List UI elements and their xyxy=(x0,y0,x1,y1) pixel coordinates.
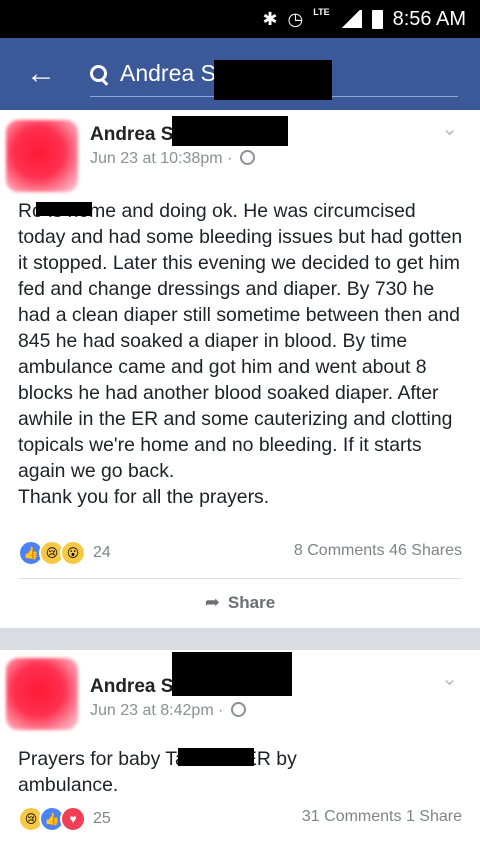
avatar[interactable] xyxy=(6,658,78,730)
shares-count[interactable]: 46 Shares xyxy=(389,542,462,559)
globe-icon xyxy=(239,150,255,165)
post: Andrea S Jun 23 at 8:42pm · ⌄ Prayers fo… xyxy=(0,650,480,854)
redaction-bar xyxy=(172,652,292,696)
post-stats: 8 Comments 46 Shares xyxy=(294,542,462,560)
comments-count[interactable]: 8 Comments xyxy=(294,542,385,559)
reactions-summary[interactable]: 😢 👍 ♥ 25 xyxy=(18,806,111,832)
post-separator xyxy=(0,628,480,650)
avatar[interactable] xyxy=(6,120,78,192)
reaction-count: 25 xyxy=(93,810,111,827)
redaction-bar xyxy=(214,60,332,100)
battery-icon xyxy=(371,9,383,29)
post-author[interactable]: Andrea S xyxy=(90,124,173,146)
post-author[interactable]: Andrea S xyxy=(90,676,173,698)
globe-icon xyxy=(230,702,246,717)
share-arrow-icon: ➦ xyxy=(204,592,220,612)
status-bar: ✱ ◷ LTE 8:56 AM xyxy=(0,0,480,38)
chevron-down-icon[interactable]: ⌄ xyxy=(441,116,458,141)
comments-count[interactable]: 31 Comments xyxy=(302,808,402,825)
wow-icon: 😮 xyxy=(60,540,86,566)
love-icon: ♥ xyxy=(60,806,86,832)
redaction-bar xyxy=(36,202,92,216)
network-type: LTE xyxy=(313,7,330,17)
post-stats: 31 Comments 1 Share xyxy=(302,808,462,826)
signal-icon xyxy=(339,10,362,28)
reactions-summary[interactable]: 👍 😢 😮 24 xyxy=(18,540,111,566)
redaction-bar xyxy=(172,116,288,146)
shares-count[interactable]: 1 Share xyxy=(406,808,462,825)
search-query[interactable]: Andrea S xyxy=(120,60,216,87)
post-text: Ro is home and doing ok. He was circumci… xyxy=(18,200,463,508)
reaction-count: 24 xyxy=(93,544,111,561)
post-meta: Jun 23 at 8:42pm · xyxy=(90,702,246,720)
post-timestamp[interactable]: Jun 23 at 10:38pm xyxy=(90,150,223,167)
post-meta: Jun 23 at 10:38pm · xyxy=(90,150,255,168)
share-label: Share xyxy=(227,593,276,612)
redaction-bar xyxy=(178,748,254,766)
divider xyxy=(18,578,462,579)
post-timestamp[interactable]: Jun 23 at 8:42pm xyxy=(90,702,214,719)
search-icon xyxy=(90,64,108,83)
post: Andrea S Jun 23 at 10:38pm · ⌄ Ro is hom… xyxy=(0,110,480,620)
bluetooth-icon: ✱ xyxy=(262,9,278,29)
alarm-icon: ◷ xyxy=(287,9,304,29)
share-button[interactable]: ➦ Share xyxy=(0,592,480,613)
chevron-down-icon[interactable]: ⌄ xyxy=(441,666,458,691)
clock: 8:56 AM xyxy=(392,7,466,30)
back-arrow-icon[interactable]: ← xyxy=(26,57,60,91)
